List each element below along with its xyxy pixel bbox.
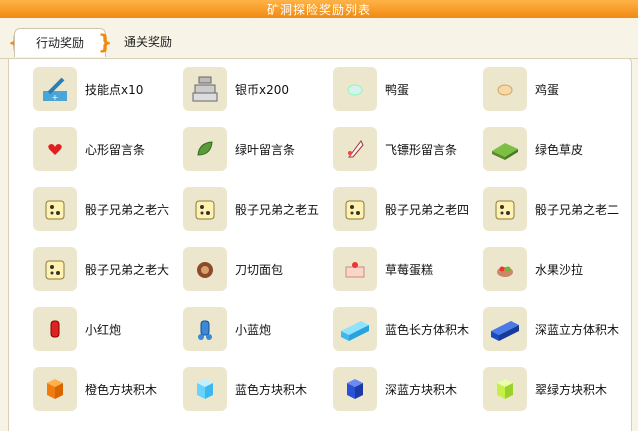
strawberry-cake-icon bbox=[333, 247, 377, 291]
heart-note-icon bbox=[33, 127, 77, 171]
reward-label: 草莓蛋糕 bbox=[385, 263, 434, 277]
reward-item[interactable]: 银币x200 bbox=[159, 59, 309, 119]
reward-label: 银币x200 bbox=[235, 83, 290, 97]
blue-long-block-icon bbox=[333, 307, 377, 351]
skill-points-icon: + bbox=[33, 67, 77, 111]
grass-turf-icon bbox=[483, 127, 527, 171]
leaf-note-icon bbox=[183, 127, 227, 171]
reward-item[interactable]: 深蓝方块积木 bbox=[309, 359, 459, 419]
green-cube-icon bbox=[483, 367, 527, 411]
bread-icon bbox=[183, 247, 227, 291]
reward-label: 骰子兄弟之老二 bbox=[535, 203, 620, 217]
tab-clear-rewards[interactable]: 通关奖励 bbox=[124, 28, 172, 56]
reward-item[interactable]: 蓝色长方体积木 bbox=[309, 299, 469, 359]
reward-item[interactable]: 橙色方块积木 bbox=[9, 359, 159, 419]
reward-list-window: 矿洞探险奖励列表 { 行动奖励 } 通关奖励 + 技能点x10 银币x200 鸭蛋 鸡蛋… bbox=[0, 0, 638, 431]
title-bar: 矿洞探险奖励列表 bbox=[0, 0, 638, 19]
reward-item[interactable]: 鸡蛋 bbox=[459, 59, 609, 119]
dart-note-icon bbox=[333, 127, 377, 171]
svg-text:+: + bbox=[52, 93, 59, 102]
reward-label: 蓝色长方体积木 bbox=[385, 323, 470, 337]
reward-label: 刀切面包 bbox=[235, 263, 284, 277]
reward-item[interactable]: 水果沙拉 bbox=[459, 239, 609, 299]
rewards-panel: + 技能点x10 银币x200 鸭蛋 鸡蛋心形留言条 绿叶留言条 飞镖形留言条 绿色草皮骰子兄… bbox=[8, 58, 632, 431]
tab-row: { 行动奖励 } 通关奖励 bbox=[0, 18, 638, 59]
reward-label: 水果沙拉 bbox=[535, 263, 584, 277]
reward-item[interactable]: 翠绿方块积木 bbox=[459, 359, 609, 419]
chicken-egg-icon bbox=[483, 67, 527, 111]
dice-icon bbox=[33, 187, 77, 231]
reward-label: 小蓝炮 bbox=[235, 323, 272, 337]
blue-cannon-icon bbox=[183, 307, 227, 351]
red-cannon-icon bbox=[33, 307, 77, 351]
reward-item[interactable]: 骰子兄弟之老五 bbox=[159, 179, 319, 239]
reward-label: 鸡蛋 bbox=[535, 83, 560, 97]
dark-blue-long-block-icon bbox=[483, 307, 527, 351]
reward-label: 飞镖形留言条 bbox=[385, 143, 458, 157]
reward-item[interactable]: 小蓝炮 bbox=[159, 299, 309, 359]
duck-egg-icon bbox=[333, 67, 377, 111]
reward-item[interactable]: 草莓蛋糕 bbox=[309, 239, 459, 299]
reward-label: 骰子兄弟之老四 bbox=[385, 203, 470, 217]
reward-item[interactable]: 绿叶留言条 bbox=[159, 119, 309, 179]
reward-label: 翠绿方块积木 bbox=[535, 383, 608, 397]
reward-item[interactable]: 蓝色方块积木 bbox=[159, 359, 309, 419]
reward-item[interactable]: 鸭蛋 bbox=[309, 59, 459, 119]
silver-coin-icon bbox=[183, 67, 227, 111]
reward-item[interactable]: + 技能点x10 bbox=[9, 59, 159, 119]
dark-blue-cube-icon bbox=[333, 367, 377, 411]
dice-icon bbox=[33, 247, 77, 291]
reward-item[interactable]: 小红炮 bbox=[9, 299, 159, 359]
reward-item[interactable]: 绿色草皮 bbox=[459, 119, 609, 179]
dice-icon bbox=[483, 187, 527, 231]
reward-item[interactable]: 刀切面包 bbox=[159, 239, 309, 299]
reward-label: 绿色草皮 bbox=[535, 143, 584, 157]
reward-label: 橙色方块积木 bbox=[85, 383, 158, 397]
tab-action-rewards[interactable]: 行动奖励 bbox=[14, 28, 106, 57]
tab-right-bracket-icon: } bbox=[98, 30, 113, 54]
reward-item[interactable]: 飞镖形留言条 bbox=[309, 119, 459, 179]
reward-label: 技能点x10 bbox=[85, 83, 144, 97]
reward-label: 小红炮 bbox=[85, 323, 122, 337]
reward-item[interactable]: 骰子兄弟之老二 bbox=[459, 179, 619, 239]
reward-label: 深蓝方块积木 bbox=[385, 383, 458, 397]
reward-label: 心形留言条 bbox=[85, 143, 146, 157]
reward-item[interactable]: 骰子兄弟之老大 bbox=[9, 239, 169, 299]
reward-label: 绿叶留言条 bbox=[235, 143, 296, 157]
orange-cube-icon bbox=[33, 367, 77, 411]
dice-icon bbox=[333, 187, 377, 231]
window-title: 矿洞探险奖励列表 bbox=[266, 3, 371, 17]
reward-label: 骰子兄弟之老六 bbox=[85, 203, 170, 217]
reward-label: 鸭蛋 bbox=[385, 83, 410, 97]
reward-label: 骰子兄弟之老五 bbox=[235, 203, 320, 217]
reward-item[interactable]: 深蓝立方体积木 bbox=[459, 299, 619, 359]
reward-item[interactable]: 骰子兄弟之老四 bbox=[309, 179, 469, 239]
reward-label: 蓝色方块积木 bbox=[235, 383, 308, 397]
reward-label: 深蓝立方体积木 bbox=[535, 323, 620, 337]
reward-item[interactable]: 骰子兄弟之老六 bbox=[9, 179, 169, 239]
blue-cube-icon bbox=[183, 367, 227, 411]
reward-label: 骰子兄弟之老大 bbox=[85, 263, 170, 277]
reward-item[interactable]: 心形留言条 bbox=[9, 119, 159, 179]
fruit-salad-icon bbox=[483, 247, 527, 291]
dice-icon bbox=[183, 187, 227, 231]
